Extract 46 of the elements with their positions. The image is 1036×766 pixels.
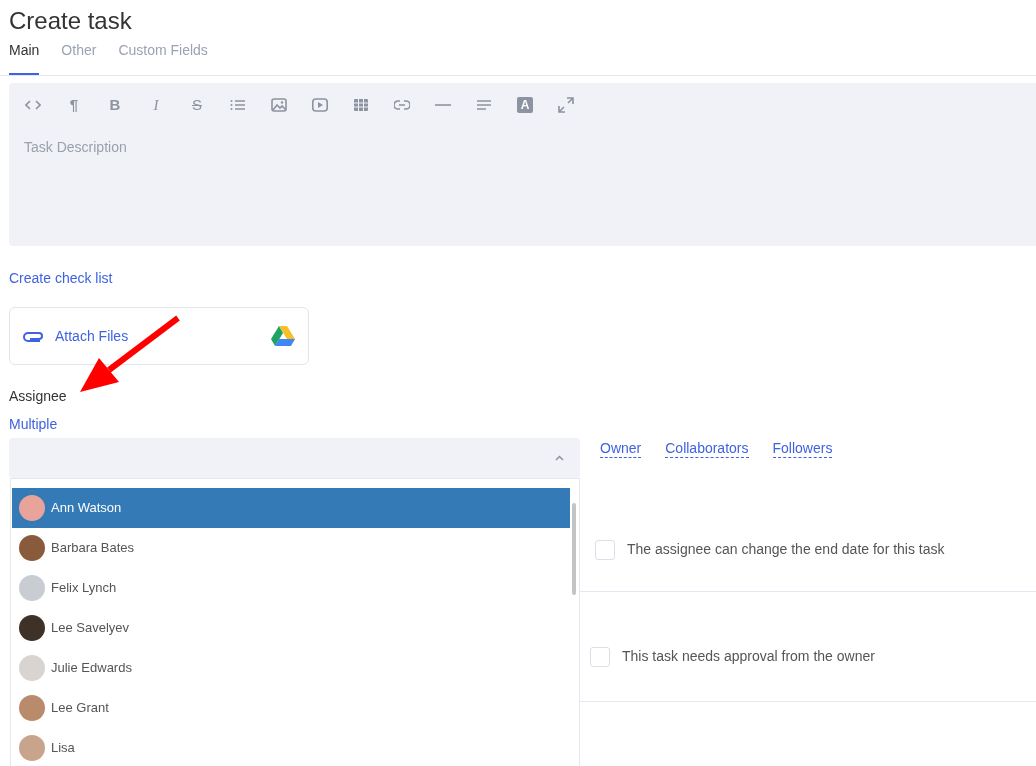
page-title: Create task — [9, 6, 132, 36]
option-name: Lee Savelyev — [51, 619, 130, 638]
option-name: Lisa — [51, 739, 75, 758]
role-link[interactable]: Collaborators — [665, 439, 749, 458]
option-label: This task needs approval from the owner — [622, 647, 875, 666]
assignee-option[interactable]: Ann Watson — [12, 488, 570, 528]
option-label: The assignee can change the end date for this task — [627, 540, 945, 559]
checkbox[interactable] — [595, 539, 615, 560]
assignee-option[interactable]: Felix Lynch — [12, 568, 570, 608]
assignee-option[interactable]: Barbara Bates — [12, 528, 570, 568]
list-icon[interactable] — [230, 98, 246, 112]
table-icon[interactable] — [353, 98, 369, 112]
description-placeholder: Task Description — [24, 138, 127, 157]
paperclip-icon — [23, 330, 45, 342]
format-button[interactable]: B — [105, 95, 125, 115]
image-icon[interactable] — [271, 98, 287, 112]
attach-files-button[interactable]: Attach Files — [55, 325, 129, 347]
assignee-option[interactable]: Lee Savelyev — [12, 608, 570, 648]
assignee-label: Assignee — [9, 387, 67, 406]
tab[interactable]: Main — [9, 38, 40, 75]
video-icon[interactable] — [312, 98, 328, 112]
text-color-button[interactable]: A — [517, 97, 533, 113]
link-icon[interactable] — [394, 98, 410, 112]
option-name: Lee Grant — [51, 699, 109, 718]
assignee-option[interactable]: Julie Edwards — [12, 648, 570, 688]
drive-icon[interactable] — [271, 326, 295, 346]
editor[interactable]: ¶ B I S A Task Description — [9, 83, 1036, 246]
scrollbar[interactable] — [572, 503, 576, 595]
option-name: Ann Watson — [51, 499, 122, 518]
expand-icon[interactable] — [558, 97, 574, 113]
checkbox[interactable] — [590, 646, 610, 667]
align-left-icon[interactable] — [476, 98, 492, 112]
option-name: Felix Lynch — [51, 579, 117, 598]
option-name: Barbara Bates — [51, 539, 135, 558]
format-button[interactable]: ¶ — [64, 95, 84, 115]
option-name: Julie Edwards — [51, 659, 132, 678]
code-icon[interactable] — [25, 98, 41, 112]
assignee-option[interactable]: Lisa — [12, 728, 570, 766]
multiple-link[interactable]: Multiple — [9, 414, 58, 435]
format-button[interactable]: S — [187, 95, 207, 115]
chevron-up-icon — [555, 455, 564, 461]
assignee-option[interactable]: Lee Grant — [12, 688, 570, 728]
format-button[interactable]: I — [146, 95, 166, 115]
role-link[interactable]: Followers — [772, 439, 833, 458]
role-link[interactable]: Owner — [600, 439, 642, 458]
create-checklist-link[interactable]: Create check list — [9, 268, 113, 289]
